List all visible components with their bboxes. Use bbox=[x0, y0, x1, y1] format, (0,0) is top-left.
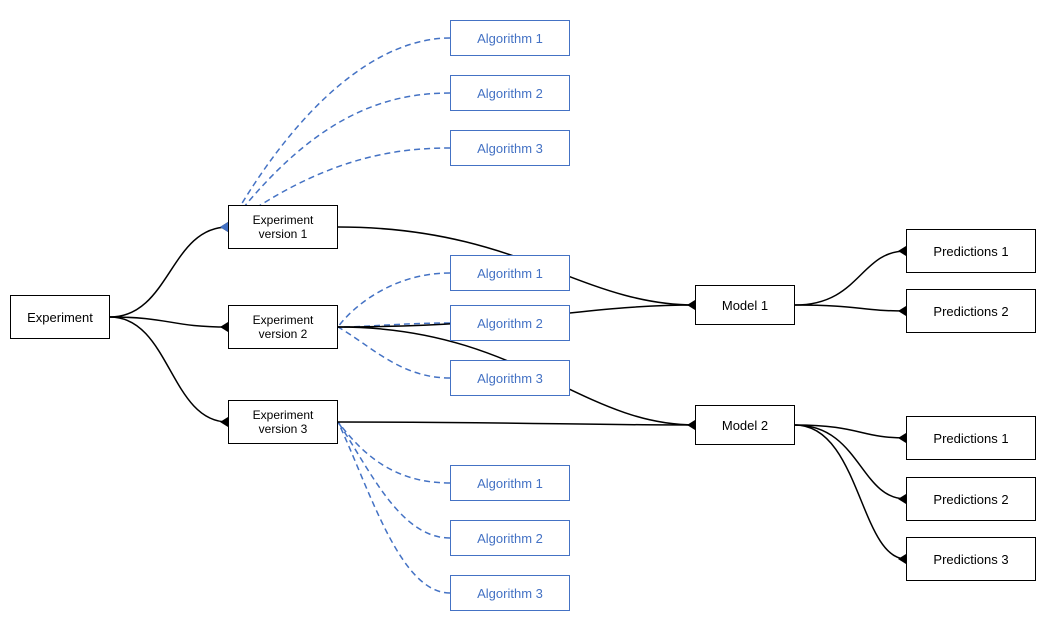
pred2-model1-node: Predictions 2 bbox=[906, 289, 1036, 333]
pred1-model1-node: Predictions 1 bbox=[906, 229, 1036, 273]
alg3-group1-node: Algorithm 3 bbox=[450, 130, 570, 166]
alg2-group1-label: Algorithm 2 bbox=[477, 86, 543, 101]
pred2-model1-label: Predictions 2 bbox=[933, 304, 1008, 319]
exp-version-2-label: Experimentversion 2 bbox=[253, 313, 314, 341]
alg2-group3-node: Algorithm 2 bbox=[450, 520, 570, 556]
alg3-group3-node: Algorithm 3 bbox=[450, 575, 570, 611]
model2-node: Model 2 bbox=[695, 405, 795, 445]
exp-version-2-node: Experimentversion 2 bbox=[228, 305, 338, 349]
pred2-model2-node: Predictions 2 bbox=[906, 477, 1036, 521]
alg2-group2-node: Algorithm 2 bbox=[450, 305, 570, 341]
alg1-group2-label: Algorithm 1 bbox=[477, 266, 543, 281]
model1-node: Model 1 bbox=[695, 285, 795, 325]
alg1-group1-label: Algorithm 1 bbox=[477, 31, 543, 46]
pred1-model2-label: Predictions 1 bbox=[933, 431, 1008, 446]
model1-label: Model 1 bbox=[722, 298, 768, 313]
pred3-model2-node: Predictions 3 bbox=[906, 537, 1036, 581]
alg3-group2-node: Algorithm 3 bbox=[450, 360, 570, 396]
experiment-label: Experiment bbox=[27, 310, 93, 325]
alg2-group3-label: Algorithm 2 bbox=[477, 531, 543, 546]
alg2-group2-label: Algorithm 2 bbox=[477, 316, 543, 331]
alg1-group2-node: Algorithm 1 bbox=[450, 255, 570, 291]
pred1-model2-node: Predictions 1 bbox=[906, 416, 1036, 460]
alg2-group1-node: Algorithm 2 bbox=[450, 75, 570, 111]
alg3-group2-label: Algorithm 3 bbox=[477, 371, 543, 386]
exp-version-3-node: Experimentversion 3 bbox=[228, 400, 338, 444]
experiment-node: Experiment bbox=[10, 295, 110, 339]
exp-version-1-node: Experimentversion 1 bbox=[228, 205, 338, 249]
pred3-model2-label: Predictions 3 bbox=[933, 552, 1008, 567]
alg3-group1-label: Algorithm 3 bbox=[477, 141, 543, 156]
pred2-model2-label: Predictions 2 bbox=[933, 492, 1008, 507]
exp-version-3-label: Experimentversion 3 bbox=[253, 408, 314, 436]
alg1-group3-node: Algorithm 1 bbox=[450, 465, 570, 501]
alg1-group3-label: Algorithm 1 bbox=[477, 476, 543, 491]
exp-version-1-label: Experimentversion 1 bbox=[253, 213, 314, 241]
model2-label: Model 2 bbox=[722, 418, 768, 433]
alg1-group1-node: Algorithm 1 bbox=[450, 20, 570, 56]
pred1-model1-label: Predictions 1 bbox=[933, 244, 1008, 259]
alg3-group3-label: Algorithm 3 bbox=[477, 586, 543, 601]
